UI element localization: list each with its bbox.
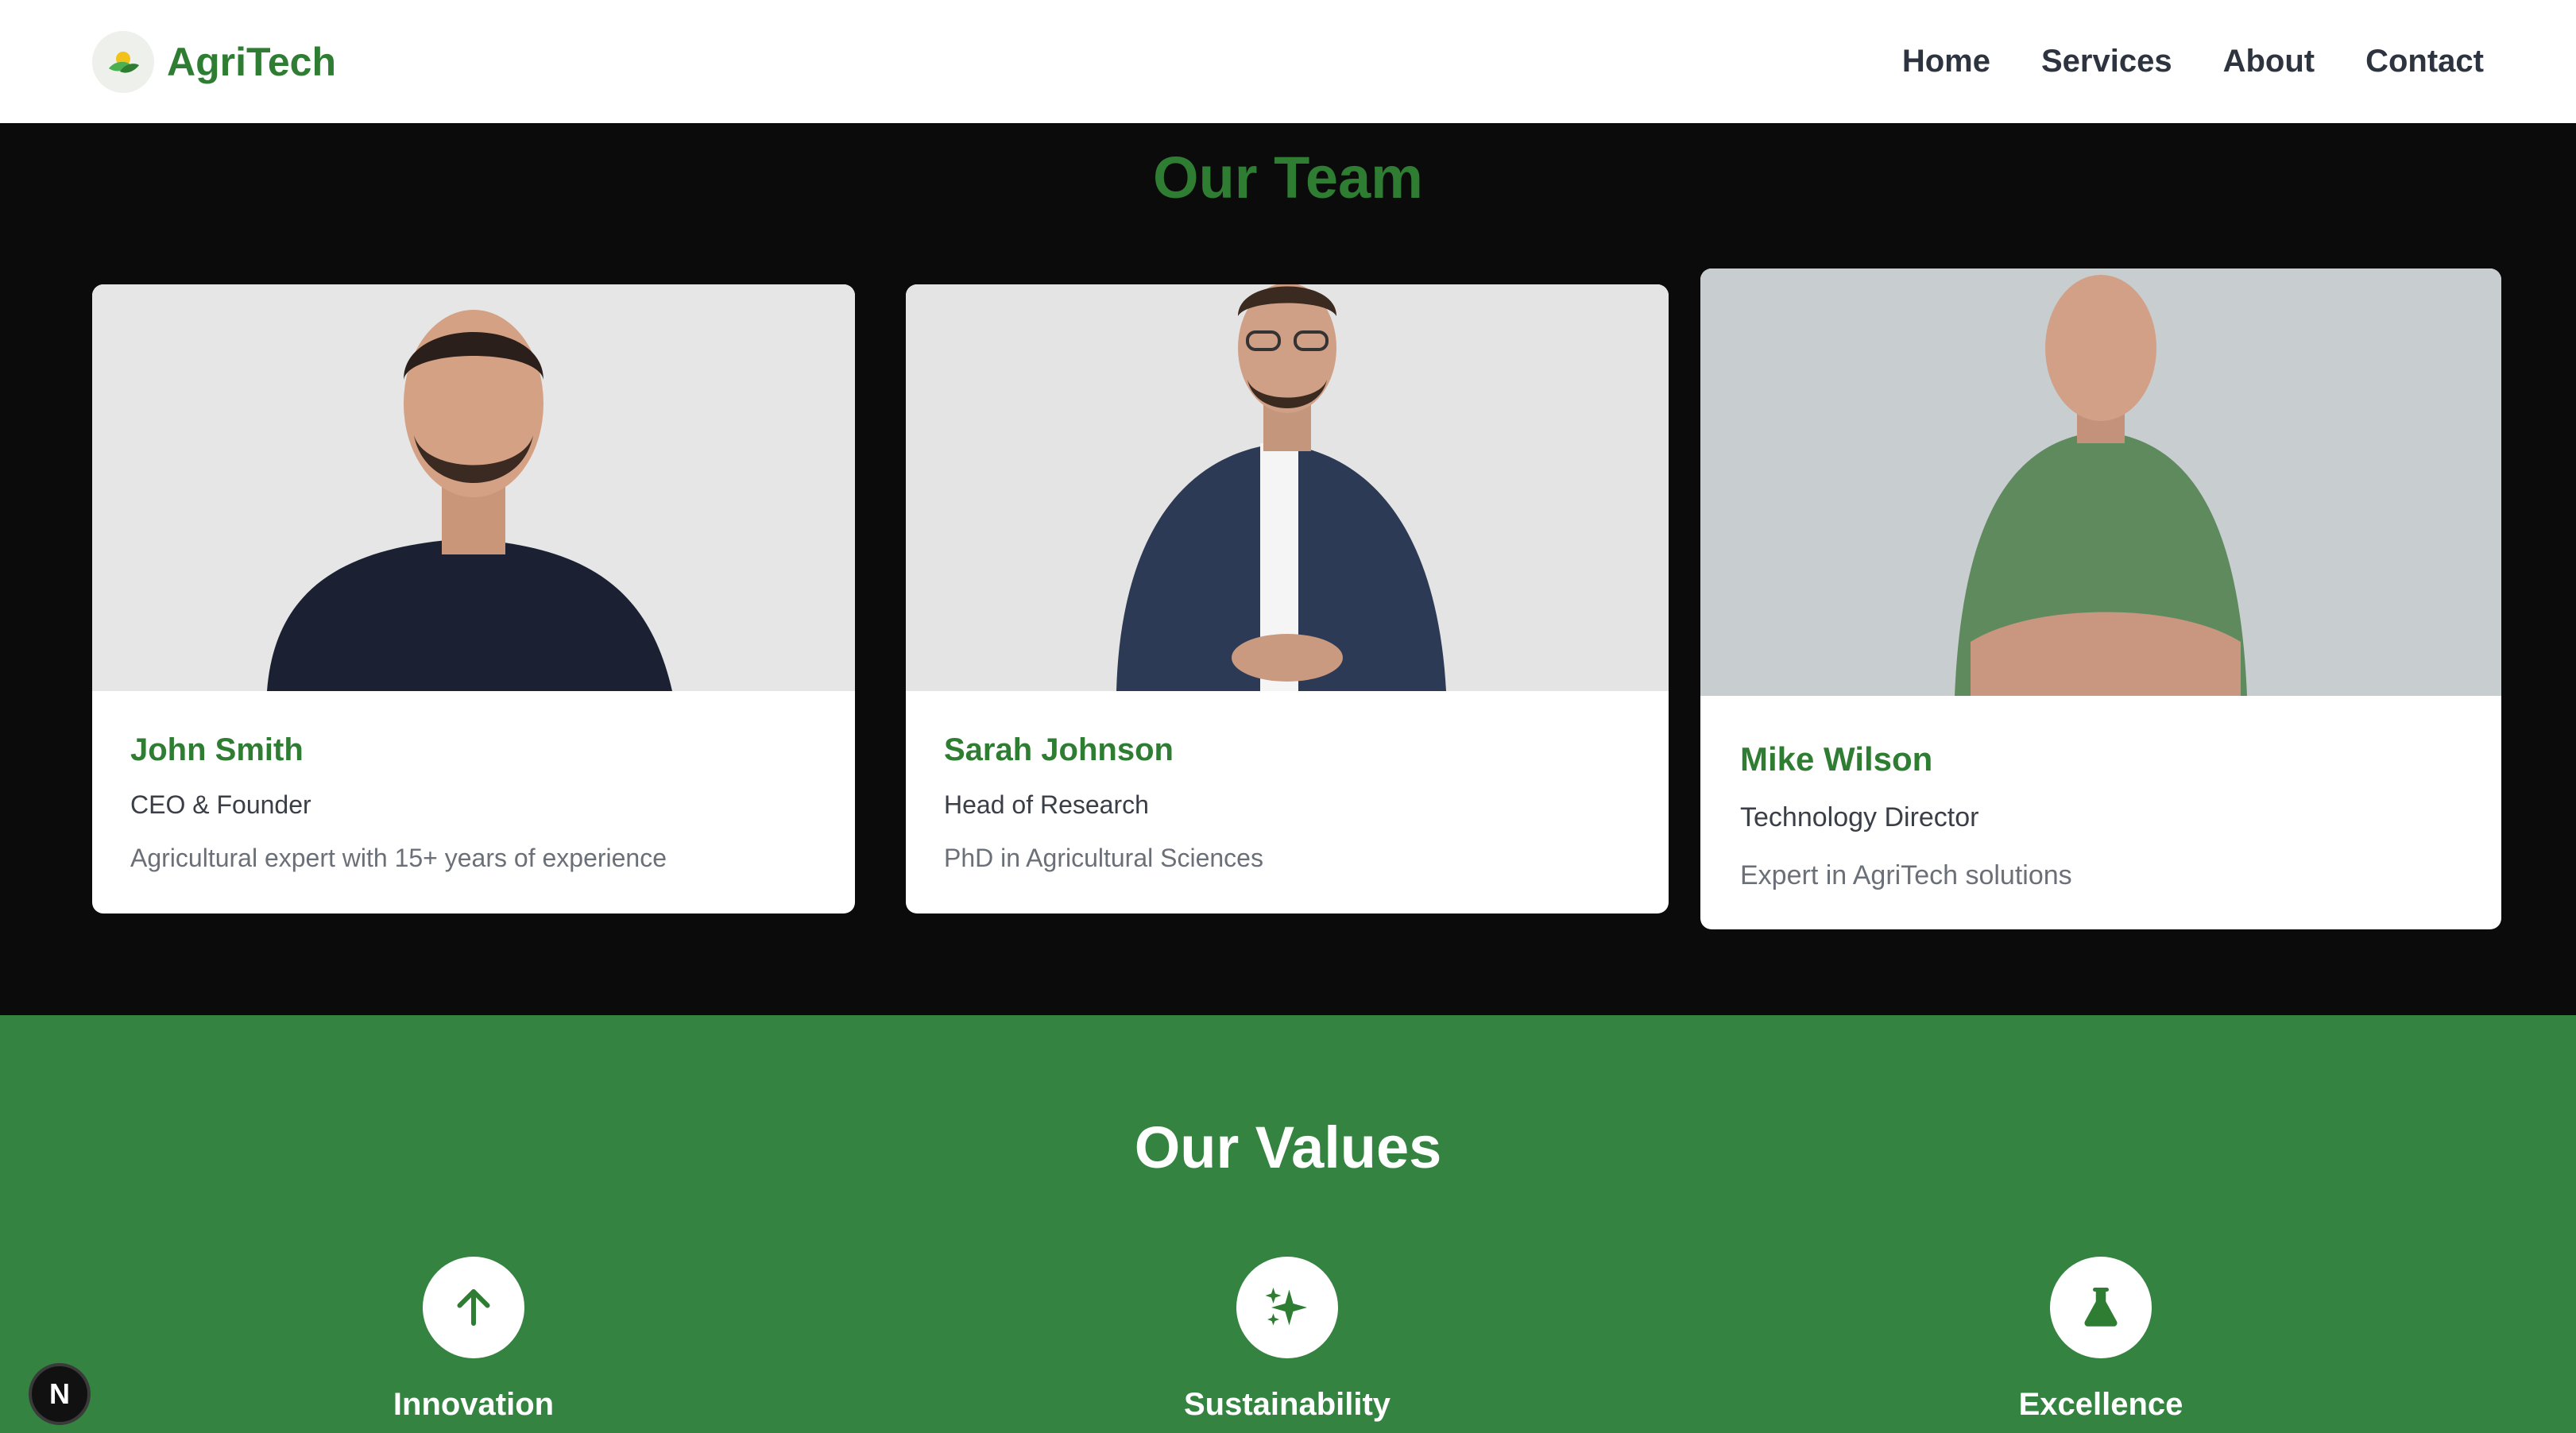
- member-role: Technology Director: [1740, 802, 1979, 832]
- team-section: Our Team John Smith CEO & Founder Agricu…: [0, 123, 2576, 1015]
- site-header: AgriTech Home Services About Contact: [0, 0, 2576, 123]
- main-nav: Home Services About Contact: [1902, 44, 2484, 79]
- member-description: Agricultural expert with 15+ years of ex…: [130, 844, 667, 872]
- member-name: John Smith: [130, 732, 304, 767]
- value-item: Excellence: [1862, 1257, 2339, 1423]
- dev-tools-badge[interactable]: N: [29, 1363, 91, 1425]
- team-card[interactable]: Mike Wilson Technology Director Expert i…: [1700, 268, 2501, 929]
- member-description: Expert in AgriTech solutions: [1740, 860, 2072, 890]
- member-description: PhD in Agricultural Sciences: [944, 844, 1263, 872]
- team-card[interactable]: Sarah Johnson Head of Research PhD in Ag…: [906, 284, 1669, 913]
- brand[interactable]: AgriTech: [92, 30, 336, 93]
- member-name: Sarah Johnson: [944, 732, 1174, 767]
- member-photo: [1700, 268, 2501, 696]
- nav-about-link[interactable]: About: [2223, 44, 2315, 79]
- leaf-sun-logo-icon: [92, 30, 154, 93]
- nav-home-link[interactable]: Home: [1902, 44, 1990, 79]
- flask-icon: [2050, 1257, 2152, 1358]
- arrow-up-icon: [423, 1257, 524, 1358]
- value-label: Innovation: [393, 1387, 555, 1422]
- values-section: Our Values Innovation Sustainability Exc…: [0, 1015, 2576, 1433]
- value-label: Excellence: [2018, 1387, 2183, 1422]
- member-role: CEO & Founder: [130, 790, 311, 819]
- team-title: Our Team: [1153, 145, 1423, 211]
- value-item: Innovation: [235, 1257, 712, 1423]
- value-item: Sustainability: [1049, 1257, 1526, 1423]
- value-label: Sustainability: [1183, 1387, 1391, 1422]
- team-card[interactable]: John Smith CEO & Founder Agricultural ex…: [92, 284, 855, 913]
- brand-name: AgriTech: [167, 39, 336, 84]
- member-name: Mike Wilson: [1740, 740, 1933, 778]
- member-photo: [92, 284, 855, 691]
- values-title: Our Values: [1134, 1114, 1442, 1180]
- member-photo: [906, 284, 1669, 691]
- nav-services-link[interactable]: Services: [2041, 44, 2172, 79]
- sparkles-icon: [1236, 1257, 1338, 1358]
- nav-contact-link[interactable]: Contact: [2365, 44, 2484, 79]
- member-role: Head of Research: [944, 790, 1149, 819]
